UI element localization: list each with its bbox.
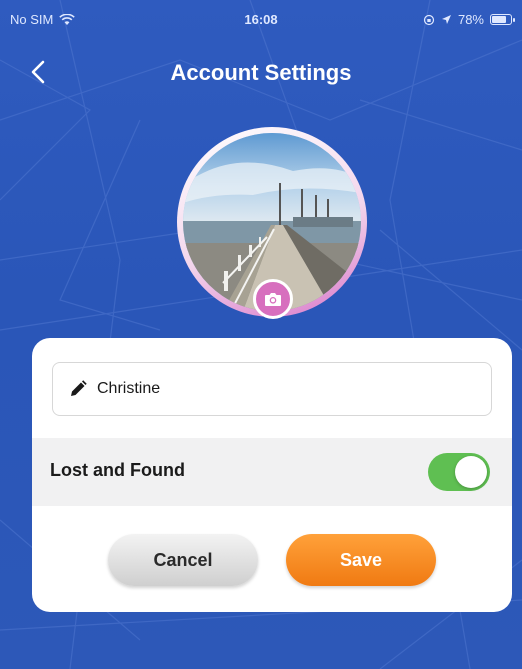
account-settings-screen: No SIM 16:08 78% Account Settings Christ… <box>0 0 522 669</box>
avatar-container <box>177 127 367 319</box>
status-bar: No SIM 16:08 78% <box>0 0 522 36</box>
battery-icon <box>490 14 515 25</box>
lost-and-found-row: Lost and Found <box>32 438 512 506</box>
change-photo-button[interactable] <box>253 279 293 319</box>
nav-bar: Account Settings <box>0 44 522 100</box>
name-input[interactable]: Christine <box>52 362 492 416</box>
pencil-icon <box>71 380 87 396</box>
camera-icon <box>265 292 281 306</box>
toggle-knob <box>455 456 487 488</box>
name-value: Christine <box>97 380 161 397</box>
save-button[interactable]: Save <box>286 534 436 586</box>
settings-card: Christine Lost and Found Cancel Save <box>32 338 512 612</box>
cancel-button[interactable]: Cancel <box>108 534 258 586</box>
status-right: 78% <box>423 12 515 27</box>
battery-level <box>492 16 506 23</box>
location-arrow-icon <box>441 15 451 24</box>
battery-percent: 78% <box>457 12 484 27</box>
lost-and-found-label: Lost and Found <box>50 460 185 480</box>
page-title: Account Settings <box>170 60 352 85</box>
rotation-lock-icon <box>423 14 435 25</box>
lost-and-found-toggle[interactable] <box>428 453 490 491</box>
